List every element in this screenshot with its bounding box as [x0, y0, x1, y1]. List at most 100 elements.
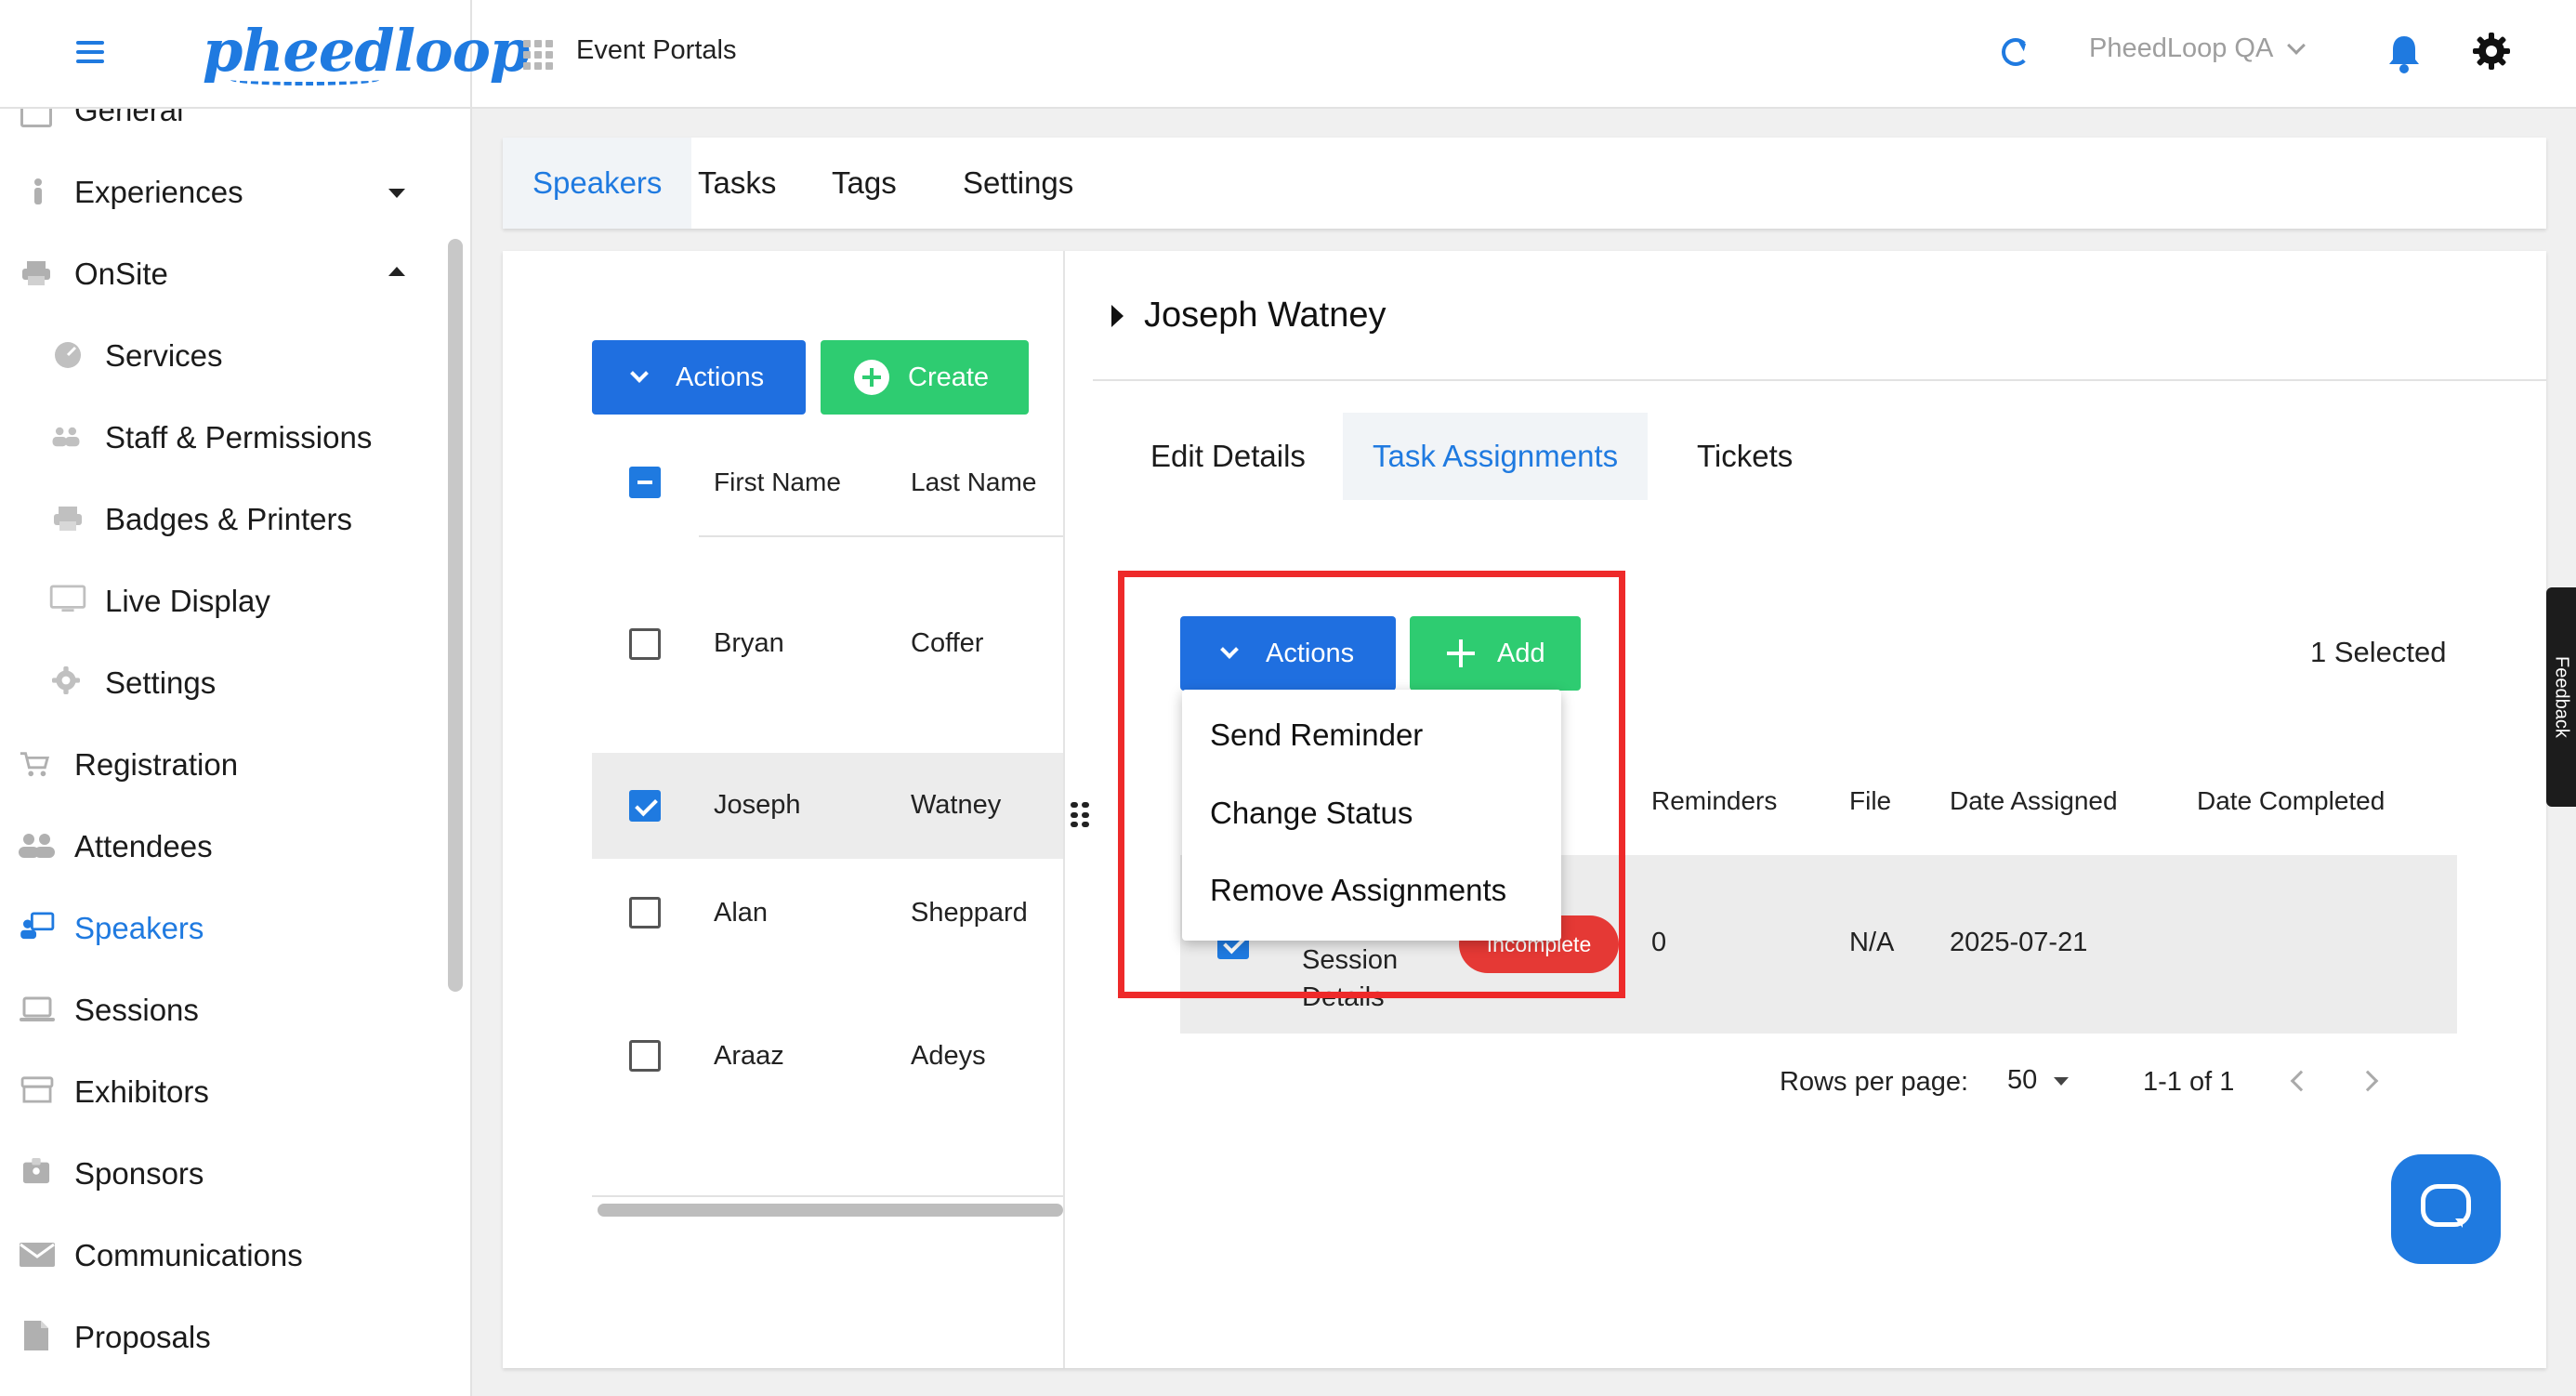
cell-last-name[interactable]: Watney: [911, 790, 1001, 821]
speakers-actions-button[interactable]: Actions: [592, 340, 806, 415]
top-header: pheedloop Event Portals PheedLoop QA: [0, 0, 2576, 109]
document-icon: [24, 1321, 48, 1350]
tab-task-assignments[interactable]: Task Assignments: [1343, 413, 1649, 500]
row-checkbox[interactable]: [629, 628, 661, 660]
row-checkbox[interactable]: [629, 1040, 661, 1072]
speaker-detail-header[interactable]: Joseph Watney: [1111, 296, 1387, 336]
detail-header-divider: [1093, 379, 2546, 381]
sidebar-item-label: Communications: [74, 1238, 303, 1272]
sidebar: General Experiences OnSite Services Staf…: [0, 109, 472, 1396]
caret-down-icon[interactable]: [2054, 1077, 2069, 1086]
tab-tickets[interactable]: Tickets: [1667, 413, 1822, 500]
org-name: PheedLoop QA: [2089, 33, 2274, 63]
select-all-checkbox[interactable]: [629, 467, 661, 498]
tab-settings[interactable]: Settings: [933, 138, 1103, 229]
rows-per-page-label: Rows per page:: [1780, 1067, 1969, 1097]
sidebar-item-sponsors[interactable]: Sponsors: [0, 1146, 437, 1202]
row-checkbox[interactable]: [629, 790, 661, 822]
cell-reminders: 0: [1651, 928, 1667, 957]
apps-grid-icon[interactable]: [523, 40, 553, 70]
tab-tags[interactable]: Tags: [802, 138, 927, 229]
cell-last-name[interactable]: Coffer: [911, 628, 983, 659]
column-header-first-name[interactable]: First Name: [714, 468, 841, 497]
monitor-icon: [49, 585, 86, 612]
header-divider: [699, 535, 1063, 537]
tab-edit-details[interactable]: Edit Details: [1121, 413, 1335, 500]
column-header-file[interactable]: File: [1849, 786, 1891, 816]
column-header-date-assigned[interactable]: Date Assigned: [1950, 786, 2118, 816]
portal-title[interactable]: Event Portals: [576, 35, 736, 66]
sidebar-item-onsite[interactable]: OnSite: [0, 246, 437, 302]
pagination-range: 1-1 of 1: [2143, 1067, 2235, 1097]
sidebar-item-registration[interactable]: Registration: [0, 737, 437, 793]
sidebar-item-label: Services: [105, 338, 223, 373]
people-icon: [19, 834, 55, 858]
sidebar-item-proposals[interactable]: Proposals: [0, 1310, 437, 1365]
sidebar-item-attendees[interactable]: Attendees: [0, 819, 437, 875]
cell-first-name[interactable]: Alan: [714, 898, 768, 928]
cell-first-name[interactable]: Araaz: [714, 1041, 784, 1072]
sidebar-item-label: Exhibitors: [74, 1074, 209, 1109]
speaker-name: Joseph Watney: [1144, 296, 1387, 335]
tab-speakers[interactable]: Speakers: [503, 138, 692, 229]
sidebar-item-label: Staff & Permissions: [105, 420, 373, 454]
gear-icon: [52, 666, 80, 694]
sidebar-item-label: Sessions: [74, 993, 199, 1027]
sidebar-item-label: OnSite: [74, 257, 168, 291]
sidebar-item-general[interactable]: General: [0, 109, 437, 138]
person-icon: [34, 178, 42, 204]
speaker-icon: [20, 912, 55, 940]
sidebar-item-settings[interactable]: Settings: [0, 655, 437, 711]
people-icon: [52, 427, 80, 447]
sidebar-item-label: Badges & Printers: [105, 502, 352, 536]
cell-first-name[interactable]: Joseph: [714, 790, 801, 821]
refresh-icon[interactable]: [2002, 38, 2030, 66]
services-icon: [55, 342, 81, 368]
table-bottom-divider: [592, 1195, 1063, 1197]
column-header-date-completed[interactable]: Date Completed: [2197, 786, 2385, 816]
sidebar-scrollbar[interactable]: [448, 239, 463, 992]
sidebar-item-label: Experiences: [74, 175, 243, 209]
sidebar-item-services[interactable]: Services: [0, 328, 437, 384]
sidebar-item-badges-printers[interactable]: Badges & Printers: [0, 492, 437, 547]
column-header-last-name[interactable]: Last Name: [911, 468, 1036, 497]
sidebar-item-label: Proposals: [74, 1320, 211, 1354]
menu-icon[interactable]: [76, 41, 104, 63]
create-speaker-button[interactable]: Create: [821, 340, 1029, 415]
feedback-tab[interactable]: Feedback: [2546, 587, 2576, 807]
printer-icon: [22, 261, 50, 285]
settings-gear-icon[interactable]: [2472, 32, 2511, 71]
highlight-annotation-box: [1118, 571, 1625, 998]
sidebar-item-experiences[interactable]: Experiences: [0, 165, 437, 220]
cell-first-name[interactable]: Bryan: [714, 628, 784, 659]
store-icon: [20, 1076, 54, 1103]
horizontal-scrollbar[interactable]: [598, 1204, 1063, 1217]
laptop-icon: [20, 996, 55, 1021]
sidebar-header: pheedloop: [0, 0, 530, 109]
caret-down-icon: [388, 189, 405, 198]
rows-per-page-select[interactable]: 50: [2007, 1065, 2037, 1096]
plus-circle-icon: [854, 360, 889, 395]
cell-last-name[interactable]: Adeys: [911, 1041, 986, 1072]
selected-count: 1 Selected: [2310, 636, 2447, 668]
cell-file: N/A: [1849, 928, 1895, 957]
logo-swoosh: [230, 74, 379, 86]
sidebar-item-label: Live Display: [105, 584, 270, 618]
row-checkbox[interactable]: [629, 897, 661, 928]
cell-last-name[interactable]: Sheppard: [911, 898, 1028, 928]
cart-icon: [20, 752, 50, 777]
sidebar-item-exhibitors[interactable]: Exhibitors: [0, 1064, 437, 1120]
sidebar-item-sessions[interactable]: Sessions: [0, 982, 437, 1038]
org-switcher[interactable]: PheedLoop QA: [2089, 33, 2307, 64]
tab-tasks[interactable]: Tasks: [668, 138, 806, 229]
sidebar-item-live-display[interactable]: Live Display: [0, 573, 437, 629]
drag-handle-icon[interactable]: [1071, 802, 1089, 828]
chat-support-button[interactable]: [2391, 1154, 2501, 1264]
sidebar-item-communications[interactable]: Communications: [0, 1228, 437, 1284]
sidebar-item-speakers[interactable]: Speakers: [0, 901, 437, 956]
mail-icon: [20, 1243, 55, 1267]
sidebar-item-staff-permissions[interactable]: Staff & Permissions: [0, 410, 437, 466]
bell-icon[interactable]: [2386, 33, 2422, 74]
column-header-reminders[interactable]: Reminders: [1651, 786, 1777, 816]
chat-bubble-icon: [2421, 1184, 2471, 1228]
